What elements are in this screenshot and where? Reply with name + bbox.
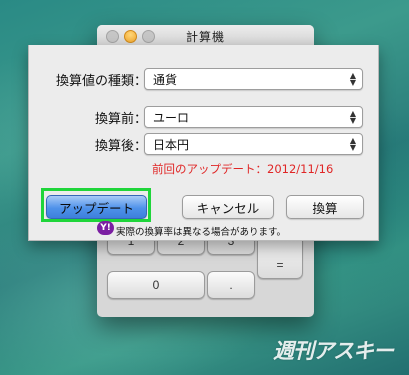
update-button-highlight (41, 188, 151, 222)
from-currency-label: 換算前： (94, 112, 147, 127)
from-currency-select[interactable]: ユーロ ▲ ▼ (144, 106, 363, 128)
popup-arrows-icon: ▲ ▼ (349, 109, 356, 125)
key-decimal[interactable]: . (207, 271, 255, 299)
conversion-type-label: 換算値の種類： (55, 74, 147, 89)
from-currency-value: ユーロ (153, 111, 190, 125)
publisher-watermark: 週刊アスキー (273, 339, 394, 363)
exchange-rate-note: 実際の換算率は異なる場合があります。 (116, 227, 287, 238)
to-currency-label: 換算後： (94, 139, 147, 154)
to-currency-value: 日本円 (153, 138, 190, 152)
yahoo-logo: Y! (97, 221, 114, 235)
popup-arrows-icon: ▲ ▼ (349, 136, 356, 152)
to-currency-select[interactable]: 日本円 ▲ ▼ (144, 133, 363, 155)
popup-arrows-icon: ▲ ▼ (349, 71, 356, 87)
conversion-type-select[interactable]: 通貨 ▲ ▼ (144, 68, 363, 90)
last-update-notice: 前回のアップデート：2012/11/16 (152, 162, 334, 176)
key-0[interactable]: 0 (107, 271, 205, 299)
conversion-type-value: 通貨 (153, 73, 178, 87)
convert-button[interactable]: 換算 (286, 195, 364, 219)
cancel-button[interactable]: キャンセル (182, 195, 274, 219)
